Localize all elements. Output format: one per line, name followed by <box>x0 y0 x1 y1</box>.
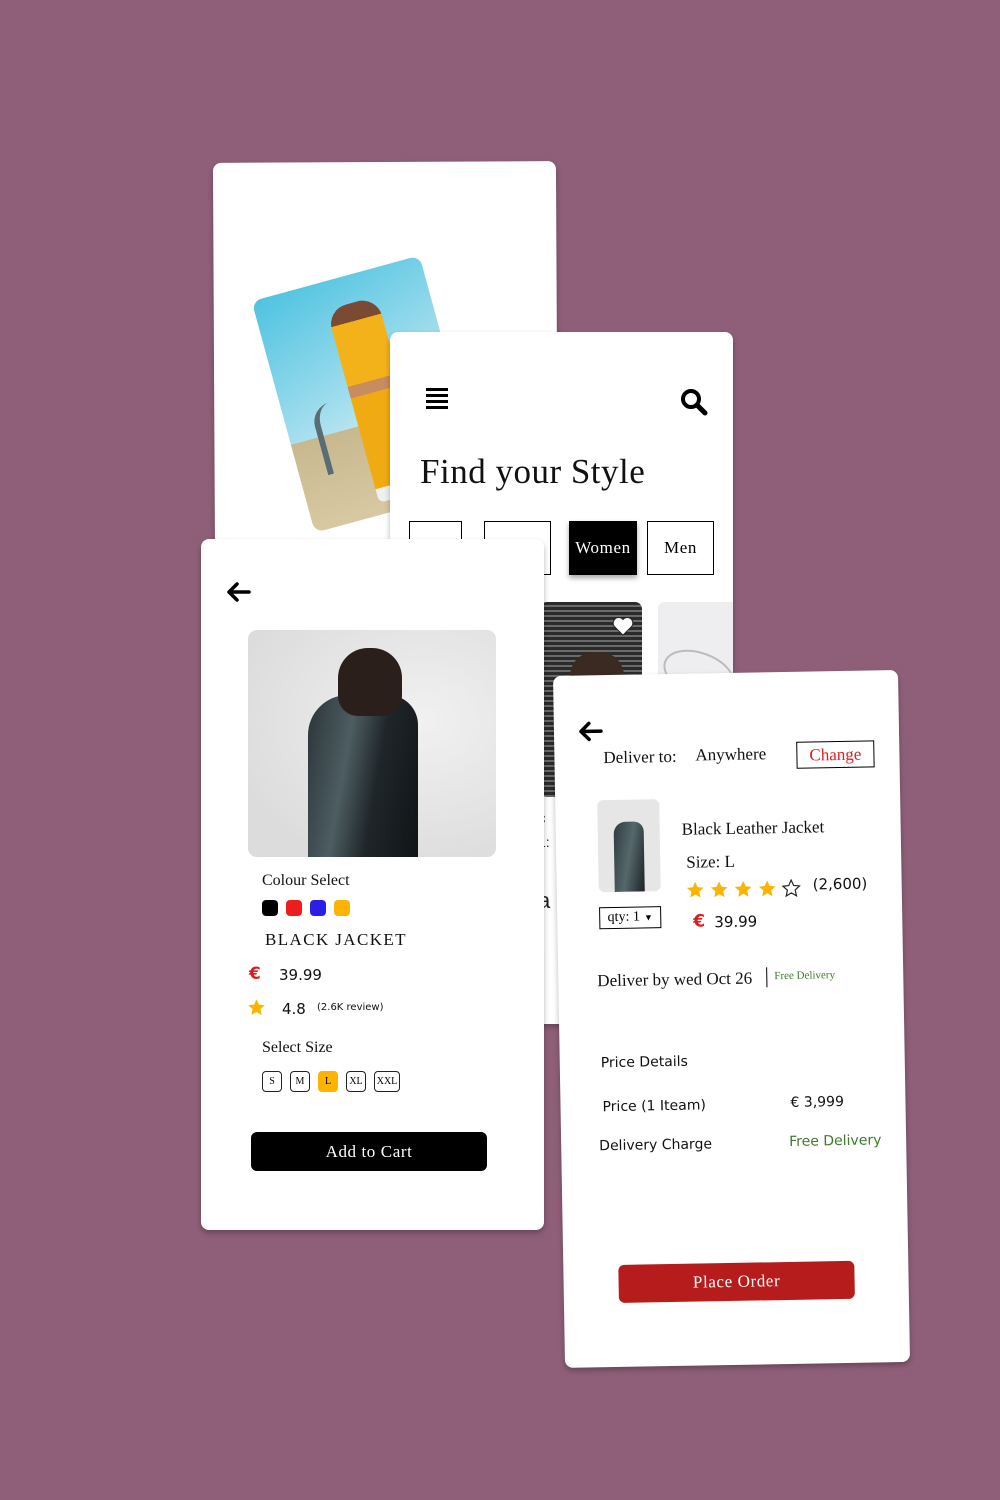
hair-shape <box>338 648 402 716</box>
rating-stars <box>686 878 806 905</box>
size-chip-xl[interactable]: XL <box>346 1071 366 1092</box>
deliver-to-value: Anywhere <box>695 744 767 765</box>
product-image <box>248 630 496 857</box>
cart-item-price: 39.99 <box>714 912 758 932</box>
price-value: € 3,999 <box>790 1093 845 1111</box>
deliver-to-label: Deliver to: <box>603 746 677 768</box>
colour-swatch-black[interactable] <box>262 900 278 916</box>
jacket-shape <box>308 695 418 857</box>
rating-count: (2,600) <box>812 874 868 894</box>
checkout-card: Deliver to: Anywhere Change Black Leathe… <box>553 669 911 1368</box>
size-label: XXL <box>376 1076 398 1087</box>
quantity-select[interactable]: qty: 1 ▼ <box>599 906 662 930</box>
size-label: S <box>269 1076 275 1087</box>
cart-item-size: Size: L <box>686 851 736 872</box>
product-detail-card: Colour Select BLACK JACKET € 39.99 4.8 (… <box>201 539 544 1230</box>
size-label: L <box>324 1076 332 1087</box>
category-tab-label: Women <box>575 538 631 557</box>
review-count: (2.6K review) <box>317 1002 384 1013</box>
size-chip-s[interactable]: S <box>262 1071 282 1092</box>
product-name: BLACK JACKET <box>265 930 407 949</box>
cart-item-name: Black Leather Jacket <box>681 817 825 839</box>
star-filled-icon <box>734 880 752 897</box>
delivery-charge-value: Free Delivery <box>789 1132 882 1150</box>
star-filled-icon <box>686 881 704 898</box>
rating-value: 4.8 <box>282 1000 306 1018</box>
star-filled-icon <box>710 881 728 898</box>
back-arrow-icon[interactable] <box>577 720 603 742</box>
size-chip-xxl[interactable]: XXL <box>374 1071 400 1092</box>
add-to-cart-button[interactable]: Add to Cart <box>251 1132 487 1171</box>
hamburger-menu-icon[interactable] <box>426 388 448 412</box>
category-tab-label: Men <box>664 538 697 557</box>
divider <box>766 967 768 988</box>
size-label: XL <box>349 1076 363 1087</box>
euro-icon: € <box>249 964 261 984</box>
select-size-label: Select Size <box>262 1039 333 1056</box>
colour-select-label: Colour Select <box>262 872 350 889</box>
star-filled-icon <box>758 880 776 897</box>
change-address-button[interactable]: Change <box>796 740 875 769</box>
page-title: Find your Style <box>420 452 646 491</box>
cart-item-image <box>597 799 661 893</box>
price-label: Price (1 Iteam) <box>602 1097 707 1116</box>
euro-icon: € <box>693 911 706 932</box>
place-order-button[interactable]: Place Order <box>618 1260 855 1303</box>
colour-swatch-blue[interactable] <box>310 900 326 916</box>
size-chip-l[interactable]: L <box>318 1071 338 1092</box>
delivery-charge-label: Delivery Charge <box>599 1136 713 1155</box>
heart-icon[interactable] <box>612 616 634 636</box>
star-icon <box>248 999 265 1016</box>
category-tab-men[interactable]: Men <box>647 521 714 575</box>
delivery-date: Deliver by wed Oct 26 <box>597 968 753 991</box>
back-arrow-icon[interactable] <box>225 581 251 603</box>
product-price: 39.99 <box>279 966 322 984</box>
search-icon[interactable] <box>680 388 708 416</box>
colour-swatch-red[interactable] <box>286 900 302 916</box>
size-chip-m[interactable]: M <box>290 1071 310 1092</box>
category-tab-women[interactable]: Women <box>569 521 637 575</box>
size-label: M <box>295 1076 305 1087</box>
delivery-note: Free Delivery <box>774 969 836 983</box>
colour-swatch-yellow[interactable] <box>334 900 350 916</box>
price-details-title: Price Details <box>600 1053 689 1072</box>
jacket-shape <box>613 821 645 892</box>
star-outline-icon <box>781 878 801 898</box>
basketball-hoop-shape <box>309 402 348 476</box>
quantity-value: qty: 1 <box>607 909 641 926</box>
dropdown-caret-icon: ▼ <box>643 912 653 923</box>
